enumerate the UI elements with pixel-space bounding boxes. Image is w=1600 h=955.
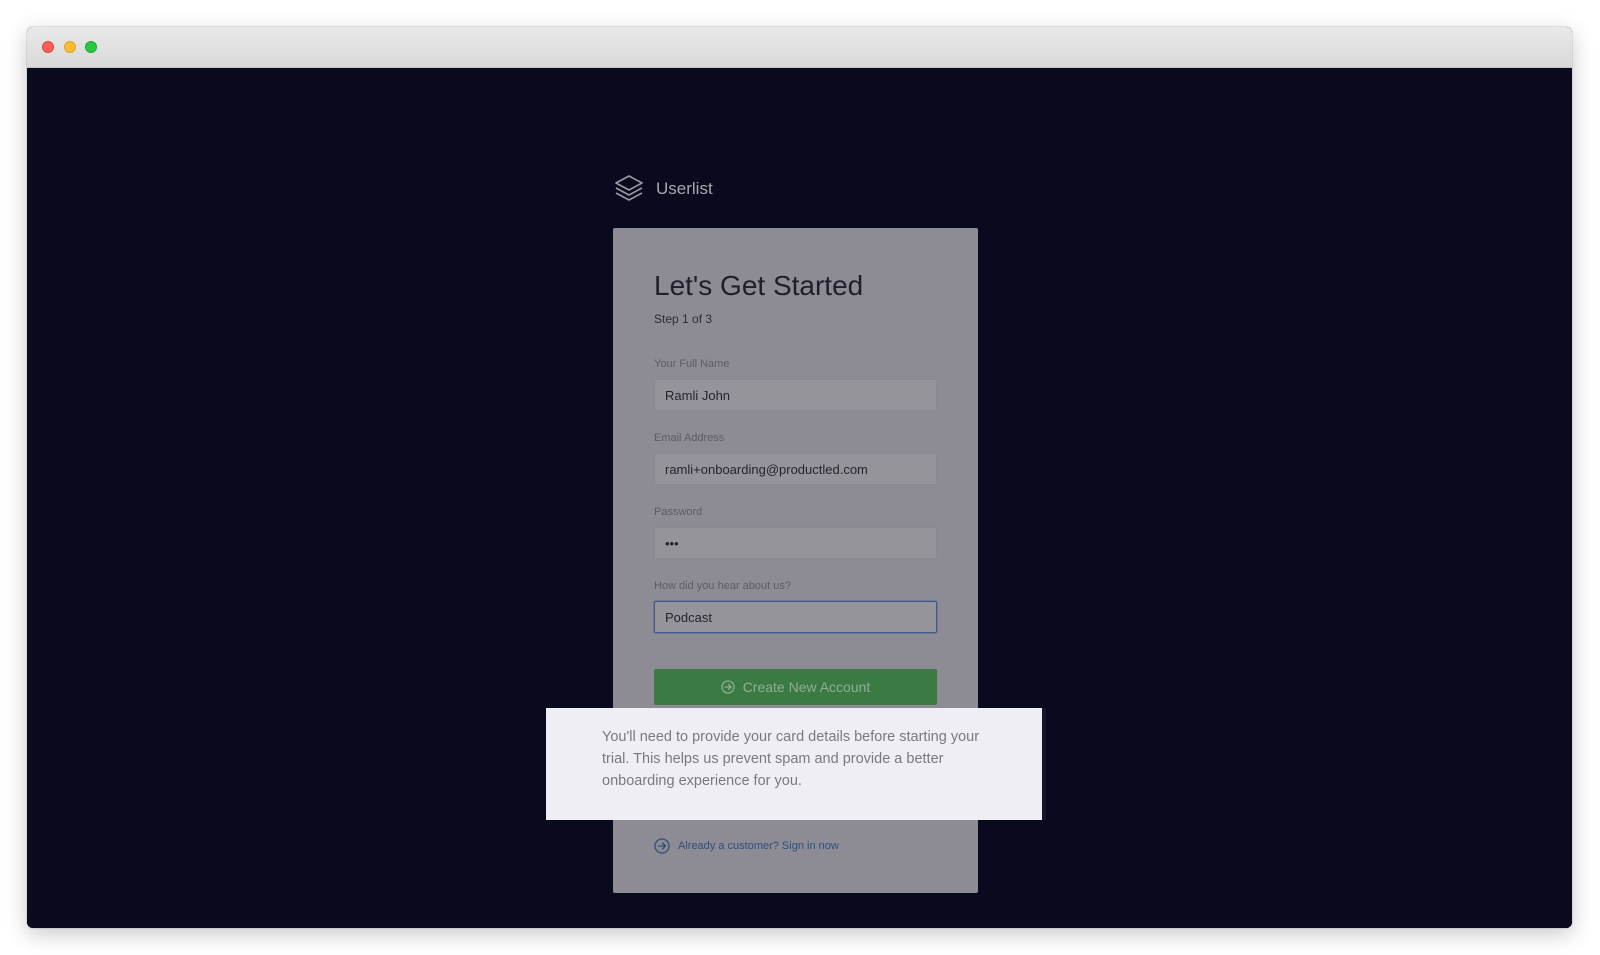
close-window-button[interactable]: [42, 41, 54, 53]
page-title: Let's Get Started: [654, 270, 864, 301]
maximize-window-button[interactable]: [85, 41, 97, 53]
create-account-button[interactable]: Create New Account: [654, 669, 937, 705]
tooltip-text: You'll need to provide your card details…: [602, 729, 980, 789]
full-name-input[interactable]: [654, 379, 937, 411]
window-titlebar: [27, 27, 1572, 68]
email-label: Email Address: [654, 432, 725, 444]
arrow-circle-right-icon: [721, 680, 735, 694]
sign-in-link[interactable]: Already a customer? Sign in now: [654, 838, 839, 854]
step-indicator: Step 1 of 3: [654, 312, 713, 326]
brand-name: Userlist: [656, 179, 713, 198]
brand-header: Userlist: [613, 172, 713, 206]
referral-label: How did you hear about us?: [654, 580, 791, 592]
card-details-tooltip: You'll need to provide your card details…: [546, 708, 1046, 820]
arrow-circle-right-icon: [654, 838, 670, 854]
password-input[interactable]: [654, 527, 937, 559]
browser-window: Userlist Let's Get Started Step 1 of 3 Y…: [27, 27, 1572, 928]
sign-in-label: Already a customer? Sign in now: [678, 840, 839, 852]
create-account-label: Create New Account: [742, 679, 871, 695]
page-content: Userlist Let's Get Started Step 1 of 3 Y…: [27, 68, 1572, 928]
minimize-window-button[interactable]: [64, 41, 76, 53]
referral-input[interactable]: [654, 601, 937, 633]
stacked-layers-icon: [613, 173, 645, 205]
full-name-label: Your Full Name: [654, 358, 730, 370]
password-label: Password: [654, 506, 703, 518]
email-input[interactable]: [654, 453, 937, 485]
